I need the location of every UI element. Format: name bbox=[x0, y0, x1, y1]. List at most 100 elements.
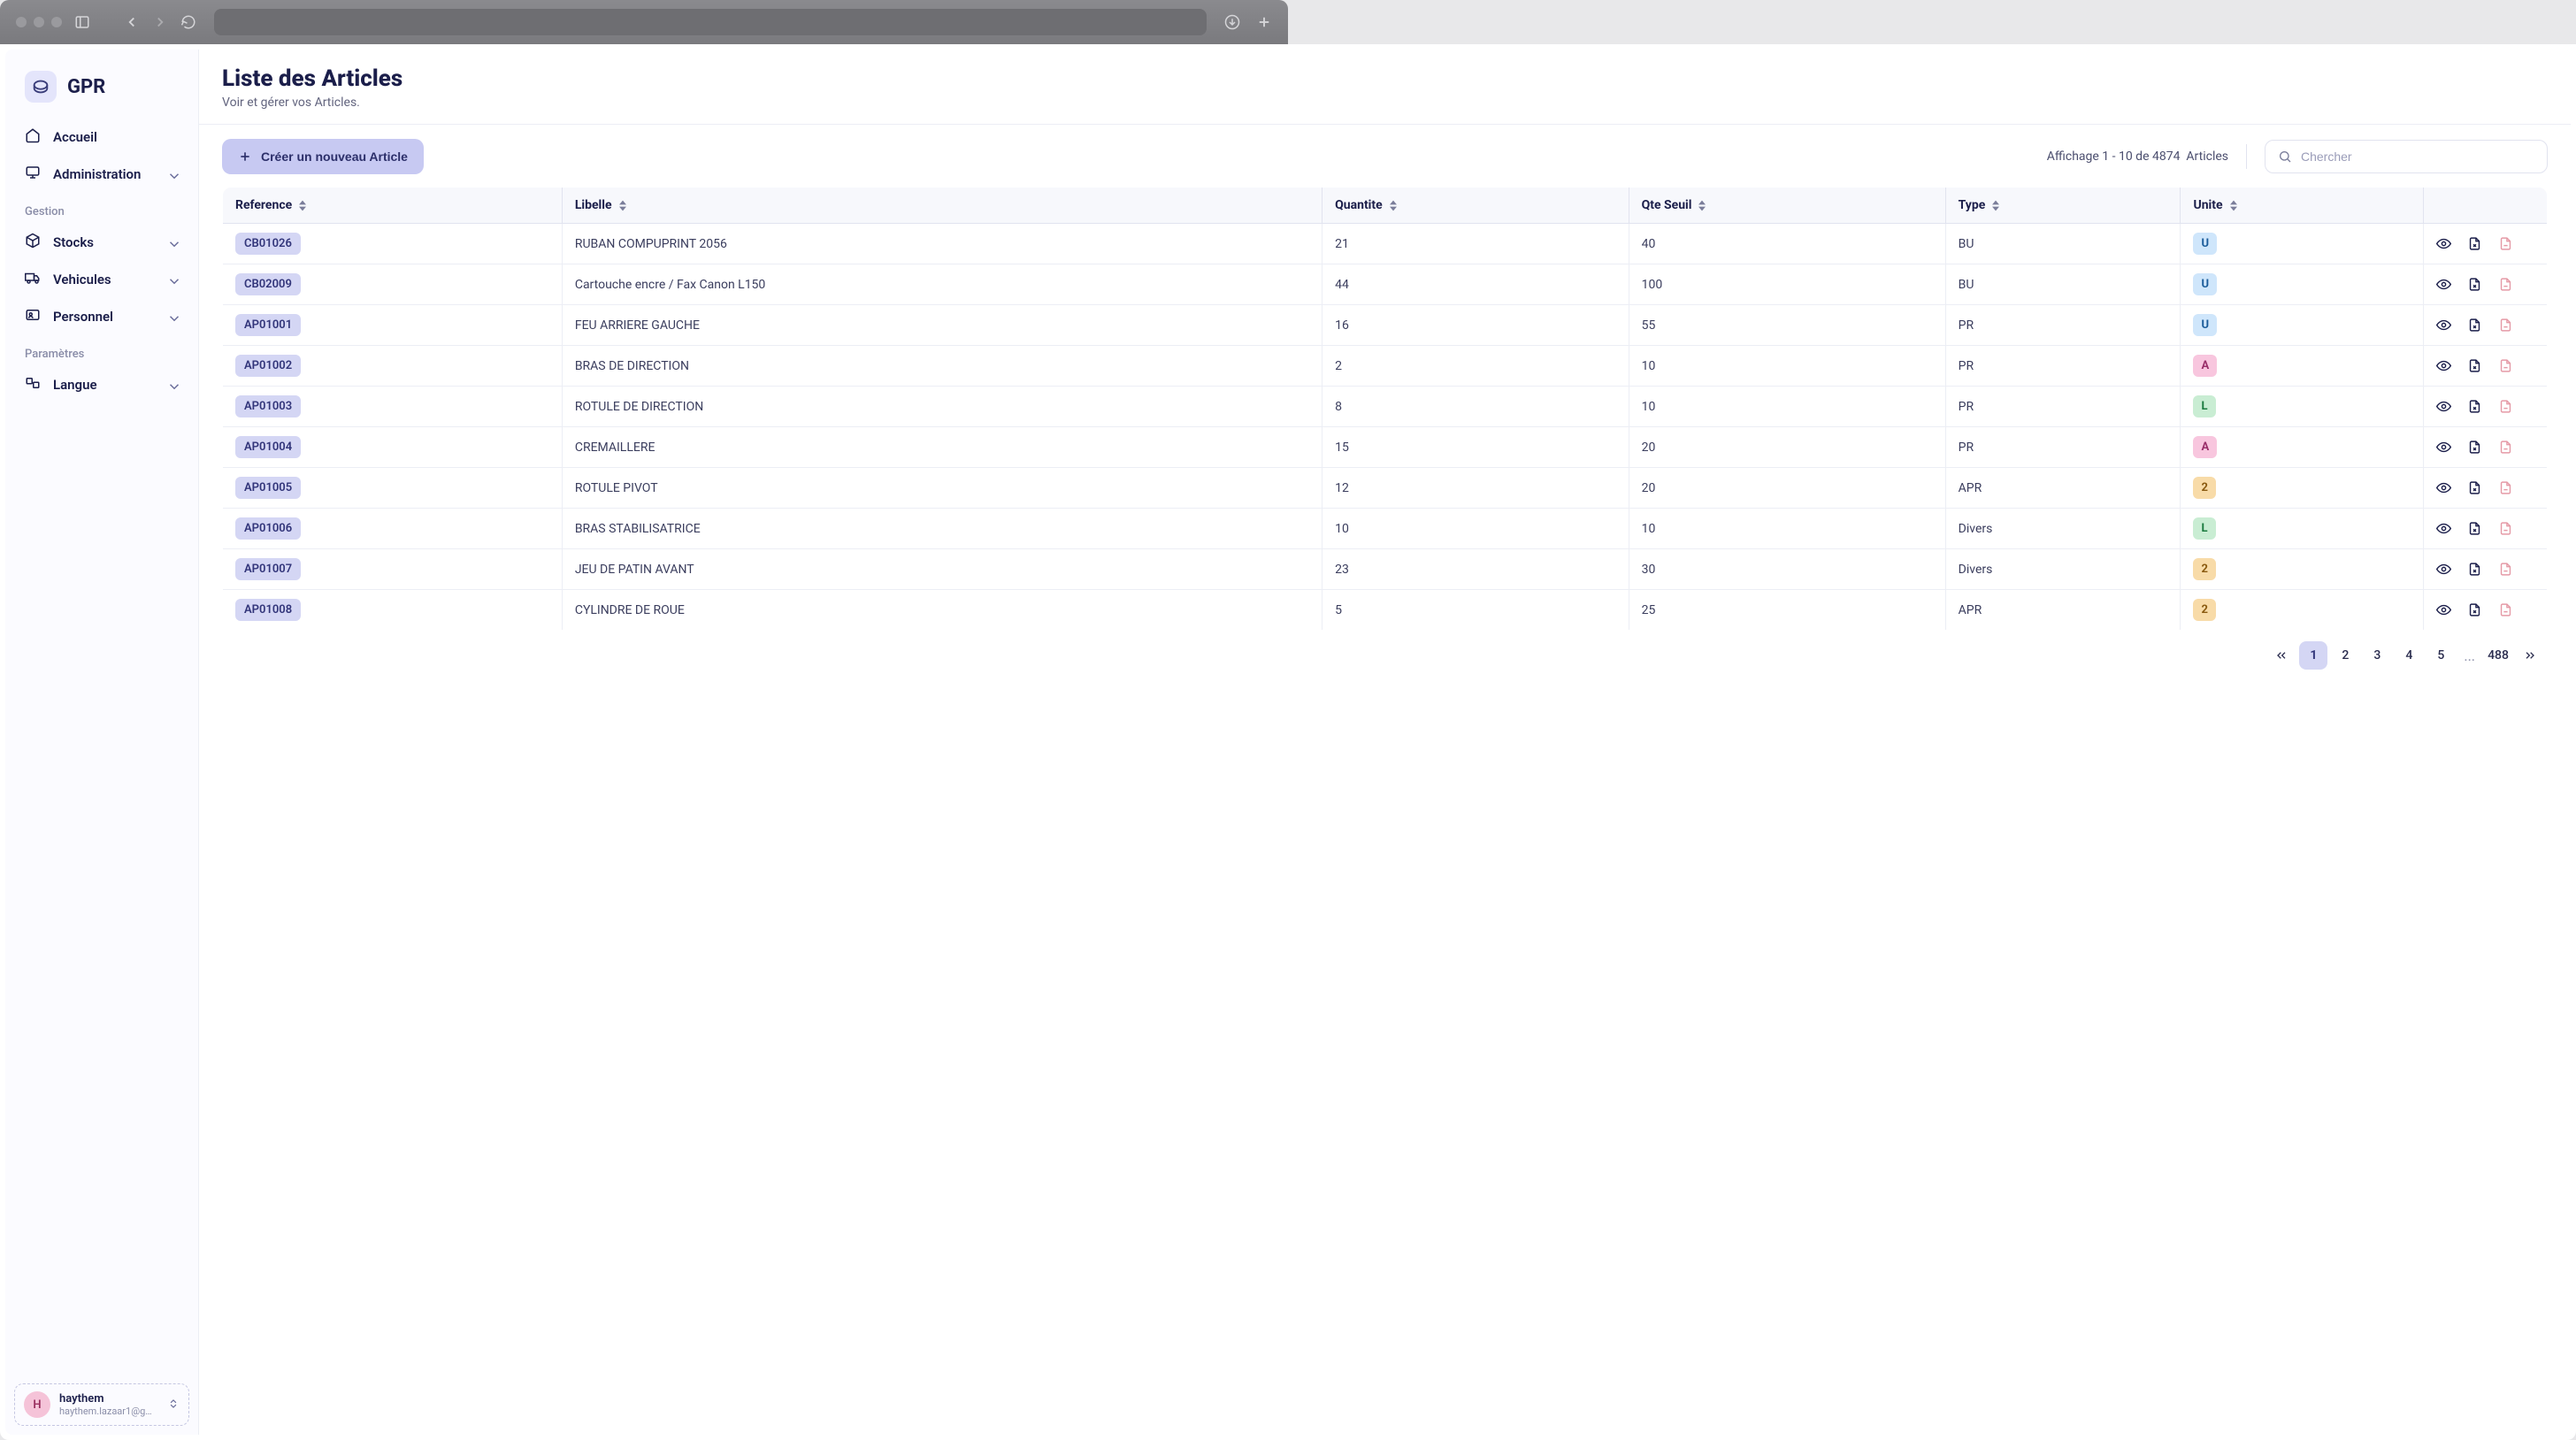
page-header: Liste des Articles Voir et gérer vos Art… bbox=[199, 50, 2571, 125]
new-tab-icon[interactable] bbox=[1256, 14, 1272, 30]
page-3[interactable]: 3 bbox=[2363, 641, 2391, 670]
delete-icon[interactable] bbox=[2498, 562, 2513, 577]
download-icon[interactable] bbox=[1224, 14, 1240, 30]
back-icon[interactable] bbox=[124, 14, 140, 30]
delete-icon[interactable] bbox=[2498, 358, 2513, 373]
edit-icon[interactable] bbox=[2467, 602, 2482, 617]
ref-badge[interactable]: AP01004 bbox=[235, 436, 301, 458]
forward-icon[interactable] bbox=[152, 14, 168, 30]
nav-item-vehicules[interactable]: Vehicules bbox=[14, 261, 189, 298]
create-button[interactable]: Créer un nouveau Article bbox=[222, 139, 424, 174]
view-icon[interactable] bbox=[2436, 602, 2451, 617]
page-2[interactable]: 2 bbox=[2331, 641, 2359, 670]
ref-badge[interactable]: AP01005 bbox=[235, 477, 301, 499]
edit-icon[interactable] bbox=[2467, 399, 2482, 414]
ref-badge[interactable]: AP01003 bbox=[235, 395, 301, 417]
delete-icon[interactable] bbox=[2498, 399, 2513, 414]
page-5[interactable]: 5 bbox=[2426, 641, 2455, 670]
cell-quantite: 15 bbox=[1322, 427, 1629, 468]
delete-icon[interactable] bbox=[2498, 318, 2513, 333]
ref-badge[interactable]: CB01026 bbox=[235, 233, 301, 255]
delete-icon[interactable] bbox=[2498, 277, 2513, 292]
nav-item-accueil[interactable]: Accueil bbox=[14, 119, 189, 156]
unit-badge: U bbox=[2193, 314, 2217, 336]
cell-libelle: ROTULE PIVOT bbox=[562, 468, 1322, 509]
ref-badge[interactable]: AP01008 bbox=[235, 599, 301, 621]
edit-icon[interactable] bbox=[2467, 480, 2482, 495]
delete-icon[interactable] bbox=[2498, 521, 2513, 536]
col-reference[interactable]: Reference bbox=[223, 188, 563, 224]
page-last-number[interactable]: 488 bbox=[2484, 641, 2512, 670]
edit-icon[interactable] bbox=[2467, 277, 2482, 292]
col-quantite[interactable]: Quantite bbox=[1322, 188, 1629, 224]
user-card[interactable]: H haythem haythem.lazaar1@gm... bbox=[14, 1383, 189, 1426]
nav-item-personnel[interactable]: Personnel bbox=[14, 298, 189, 335]
user-toggle-icon[interactable] bbox=[167, 1397, 180, 1413]
edit-icon[interactable] bbox=[2467, 440, 2482, 455]
view-icon[interactable] bbox=[2436, 277, 2451, 292]
col-libelle[interactable]: Libelle bbox=[562, 188, 1322, 224]
delete-icon[interactable] bbox=[2498, 236, 2513, 251]
reload-icon[interactable] bbox=[180, 14, 196, 30]
edit-icon[interactable] bbox=[2467, 521, 2482, 536]
view-icon[interactable] bbox=[2436, 521, 2451, 536]
col-unite[interactable]: Unite bbox=[2181, 188, 2424, 224]
view-icon[interactable] bbox=[2436, 399, 2451, 414]
page-next[interactable] bbox=[2516, 641, 2544, 670]
nav-item-langue[interactable]: Langue bbox=[14, 366, 189, 403]
cell-seuil: 10 bbox=[1629, 387, 1945, 427]
maximize-traffic-light[interactable] bbox=[51, 17, 62, 27]
main: Liste des Articles Voir et gérer vos Art… bbox=[198, 50, 2571, 1435]
delete-icon[interactable] bbox=[2498, 440, 2513, 455]
monitor-icon bbox=[25, 165, 41, 184]
view-icon[interactable] bbox=[2436, 440, 2451, 455]
page-1[interactable]: 1 bbox=[2299, 641, 2327, 670]
ref-badge[interactable]: AP01001 bbox=[235, 314, 301, 336]
col-type[interactable]: Type bbox=[1945, 188, 2181, 224]
ref-badge[interactable]: CB02009 bbox=[235, 273, 301, 295]
nav-item-stocks[interactable]: Stocks bbox=[14, 224, 189, 261]
edit-icon[interactable] bbox=[2467, 318, 2482, 333]
delete-icon[interactable] bbox=[2498, 602, 2513, 617]
col-qte-seuil[interactable]: Qte Seuil bbox=[1629, 188, 1945, 224]
edit-icon[interactable] bbox=[2467, 358, 2482, 373]
pagination: 12345 ... 488 bbox=[222, 631, 2548, 670]
url-bar[interactable] bbox=[214, 9, 1207, 35]
edit-icon[interactable] bbox=[2467, 236, 2482, 251]
chevron-down-icon bbox=[166, 168, 179, 180]
ref-badge[interactable]: AP01007 bbox=[235, 558, 301, 580]
cell-seuil: 25 bbox=[1629, 590, 1945, 631]
unit-badge: L bbox=[2193, 517, 2215, 540]
cell-quantite: 8 bbox=[1322, 387, 1629, 427]
search-box[interactable] bbox=[2265, 140, 2548, 173]
view-icon[interactable] bbox=[2436, 236, 2451, 251]
view-icon[interactable] bbox=[2436, 318, 2451, 333]
view-icon[interactable] bbox=[2436, 562, 2451, 577]
cell-seuil: 10 bbox=[1629, 346, 1945, 387]
cell-libelle: BRAS DE DIRECTION bbox=[562, 346, 1322, 387]
sidebar-toggle-icon[interactable] bbox=[74, 14, 90, 30]
search-input[interactable] bbox=[2301, 149, 2534, 164]
delete-icon[interactable] bbox=[2498, 480, 2513, 495]
ref-badge[interactable]: AP01006 bbox=[235, 517, 301, 540]
articles-table: ReferenceLibelleQuantiteQte SeuilTypeUni… bbox=[222, 187, 2548, 631]
section-label: Gestion bbox=[14, 193, 189, 224]
logo[interactable]: GPR bbox=[14, 65, 189, 119]
table-row: AP01008 CYLINDRE DE ROUE 5 25 APR 2 bbox=[223, 590, 2548, 631]
chevron-down-icon bbox=[166, 273, 179, 286]
user-avatar: H bbox=[24, 1391, 50, 1418]
close-traffic-light[interactable] bbox=[16, 17, 27, 27]
edit-icon[interactable] bbox=[2467, 562, 2482, 577]
ref-badge[interactable]: AP01002 bbox=[235, 355, 301, 377]
unit-badge: U bbox=[2193, 233, 2217, 255]
nav-item-administration[interactable]: Administration bbox=[14, 156, 189, 193]
minimize-traffic-light[interactable] bbox=[34, 17, 44, 27]
view-icon[interactable] bbox=[2436, 480, 2451, 495]
sidebar: GPR AccueilAdministration GestionStocksV… bbox=[5, 50, 198, 1435]
page-first[interactable] bbox=[2267, 641, 2296, 670]
view-icon[interactable] bbox=[2436, 358, 2451, 373]
page-4[interactable]: 4 bbox=[2395, 641, 2423, 670]
page-ellipsis: ... bbox=[2458, 647, 2480, 664]
cell-libelle: FEU ARRIERE GAUCHE bbox=[562, 305, 1322, 346]
table-row: AP01001 FEU ARRIERE GAUCHE 16 55 PR U bbox=[223, 305, 2548, 346]
